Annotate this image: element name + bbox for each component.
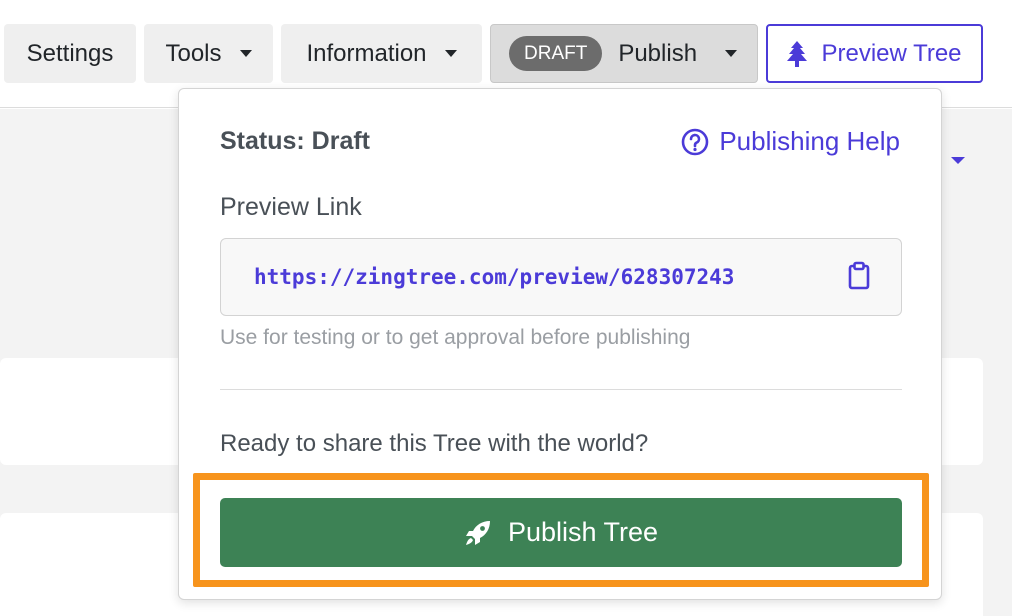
preview-hint-text: Use for testing or to get approval befor… [220, 326, 691, 349]
divider [220, 389, 902, 390]
chevron-down-icon [444, 50, 457, 57]
publish-dropdown-button[interactable]: DRAFT Publish [490, 24, 758, 83]
publish-tree-button[interactable]: Publish Tree [220, 498, 902, 567]
settings-button[interactable]: Settings [4, 24, 136, 83]
ready-prompt-text: Ready to share this Tree with the world? [220, 430, 649, 457]
preview-url[interactable]: https://zingtree.com/preview/628307243 [254, 265, 734, 289]
clipboard-icon[interactable] [847, 261, 871, 296]
chevron-down-icon [239, 50, 252, 57]
draft-status-badge: DRAFT [509, 36, 603, 71]
question-circle-icon [682, 128, 709, 155]
preview-link-label: Preview Link [220, 193, 362, 221]
preview-tree-label: Preview Tree [821, 39, 962, 67]
rocket-icon [465, 520, 490, 545]
publish-tree-label: Publish Tree [507, 517, 659, 547]
page: Settings Tools Information DRAFT Publish… [0, 0, 1012, 616]
status-text: Status: Draft [220, 127, 371, 155]
publishing-help-label: Publishing Help [719, 126, 900, 156]
publishing-help-link[interactable]: Publishing Help [681, 126, 900, 157]
information-dropdown-button[interactable]: Information [281, 24, 482, 83]
publish-label: Publish [618, 39, 698, 67]
tools-label: Tools [165, 39, 222, 67]
tree-icon [787, 40, 808, 67]
publish-dropdown-menu: Status: Draft Publishing Help Preview Li… [178, 88, 942, 600]
preview-link-field[interactable]: https://zingtree.com/preview/628307243 [220, 238, 902, 316]
background-chevron-down-icon[interactable] [951, 157, 965, 164]
tools-dropdown-button[interactable]: Tools [144, 24, 273, 83]
information-label: Information [306, 39, 427, 67]
preview-tree-button[interactable]: Preview Tree [766, 24, 983, 83]
chevron-down-icon [725, 50, 738, 57]
settings-label: Settings [26, 39, 114, 67]
